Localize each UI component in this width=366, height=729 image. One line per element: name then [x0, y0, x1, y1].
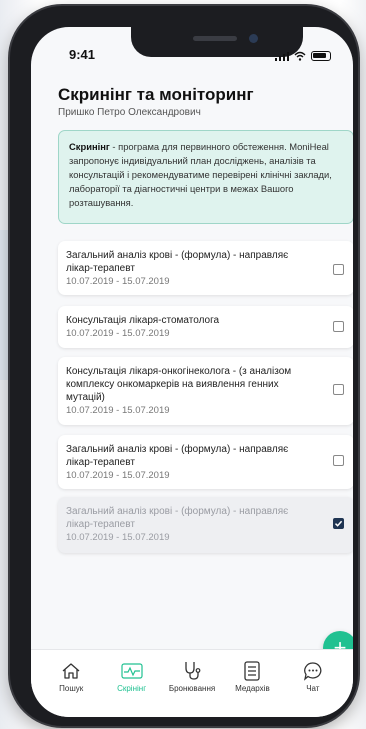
- item-checkbox[interactable]: [333, 321, 344, 332]
- screening-item[interactable]: Консультація лікаря-онкогінеколога - (з …: [58, 357, 353, 425]
- item-date: 10.07.2019 - 15.07.2019: [66, 405, 170, 416]
- info-box: Скринінг - програма для первинного обсте…: [58, 130, 353, 224]
- item-checkbox[interactable]: [333, 384, 344, 395]
- item-name: Консультація лікаря-онкогінеколога - (з …: [66, 366, 292, 403]
- tab-search[interactable]: Пошук: [41, 650, 101, 717]
- speaker-icon: [193, 36, 237, 41]
- status-time: 9:41: [69, 47, 96, 62]
- bottom-tab-bar: Пошук Скрінінг Бронювання Медархів Чат: [31, 649, 353, 717]
- document-icon: [222, 660, 282, 682]
- item-name: Загальний аналіз крові - (формула) - нап…: [66, 444, 289, 468]
- wifi-icon: [294, 51, 306, 61]
- tab-records[interactable]: Медархів: [222, 650, 282, 717]
- screening-item-completed[interactable]: Загальний аналіз крові - (формула) - нап…: [58, 497, 353, 553]
- item-checkbox[interactable]: [333, 264, 344, 275]
- tab-label: Скрінінг: [117, 684, 147, 693]
- item-date: 10.07.2019 - 15.07.2019: [66, 532, 170, 543]
- tab-label: Чат: [306, 684, 320, 693]
- phone-frame: 9:41 Скринінг та моніторинг Пришко Петро…: [10, 6, 358, 726]
- tab-chat[interactable]: Чат: [283, 650, 343, 717]
- camera-icon: [249, 34, 258, 43]
- battery-icon: [311, 51, 331, 61]
- item-date: 10.07.2019 - 15.07.2019: [66, 276, 170, 287]
- signal-icon: [274, 51, 289, 61]
- app-screen: 9:41 Скринінг та моніторинг Пришко Петро…: [31, 27, 353, 717]
- tab-booking[interactable]: Бронювання: [162, 650, 222, 717]
- info-bold: Скринінг: [69, 141, 110, 152]
- item-name: Консультація лікаря-стоматолога: [66, 315, 220, 326]
- item-name: Загальний аналіз крові - (формула) - нап…: [66, 506, 289, 530]
- pulse-icon: [101, 660, 161, 682]
- screening-item[interactable]: Консультація лікаря-стоматолога 10.07.20…: [58, 306, 353, 348]
- home-icon: [41, 660, 101, 682]
- patient-name: Пришко Петро Олександрович: [58, 107, 201, 118]
- item-name: Загальний аналіз крові - (формула) - нап…: [66, 250, 289, 274]
- chat-icon: [283, 660, 343, 682]
- item-checkbox[interactable]: [333, 455, 344, 466]
- tab-label: Пошук: [59, 684, 84, 693]
- status-icons: [274, 49, 331, 61]
- page-title: Скринінг та моніторинг: [58, 85, 254, 104]
- item-checkbox-checked[interactable]: [333, 518, 344, 529]
- checkmark-icon: [334, 520, 343, 527]
- tab-screening[interactable]: Скрінінг: [101, 650, 161, 717]
- stethoscope-icon: [162, 660, 222, 682]
- item-date: 10.07.2019 - 15.07.2019: [66, 470, 170, 481]
- screening-item[interactable]: Загальний аналіз крові - (формула) - нап…: [58, 435, 353, 489]
- item-date: 10.07.2019 - 15.07.2019: [66, 328, 170, 339]
- tab-label: Медархів: [235, 684, 270, 693]
- screening-item[interactable]: Загальний аналіз крові - (формула) - нап…: [58, 241, 353, 295]
- tab-label: Бронювання: [168, 684, 216, 693]
